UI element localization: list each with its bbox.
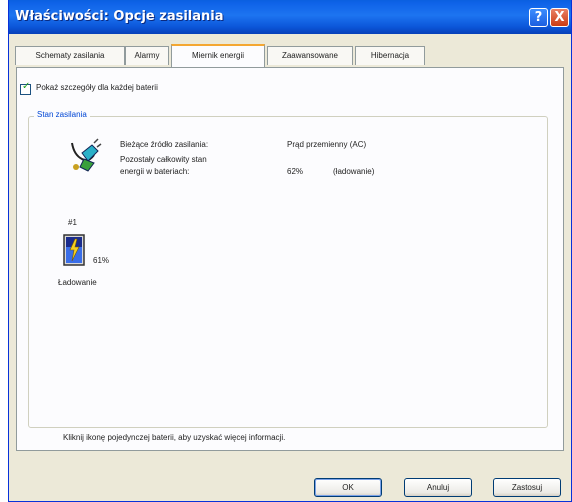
battery-1-button[interactable]: [62, 233, 86, 267]
footer-note: Kliknij ikonę pojedynczej baterii, aby u…: [63, 433, 286, 442]
battery-icon: [63, 234, 85, 266]
tab-label: Alarmy: [134, 51, 160, 60]
close-button[interactable]: X: [550, 8, 569, 27]
power-source-label: Bieżące źródło zasilania:: [120, 140, 209, 149]
checkmark-icon: ✓: [22, 81, 31, 92]
tab-power-schemes[interactable]: Schematy zasilania: [15, 46, 125, 65]
title-bar[interactable]: Właściwości: Opcje zasilania ? X: [9, 0, 571, 34]
apply-label: Zastosuj: [511, 483, 543, 492]
remaining-status: (ładowanie): [333, 167, 375, 176]
tab-alarms[interactable]: Alarmy: [125, 46, 169, 65]
tab-label: Zaawansowane: [281, 51, 339, 60]
cancel-label: Anuluj: [426, 483, 450, 492]
remaining-label-line2: energii w bateriach:: [120, 167, 190, 176]
tab-hibernate[interactable]: Hibernacja: [355, 46, 425, 65]
help-button[interactable]: ?: [529, 8, 548, 27]
battery-status: Ładowanie: [58, 278, 97, 287]
ac-power-icon: [71, 138, 102, 172]
remaining-label-line1: Pozostały całkowity stan: [120, 155, 207, 164]
tab-label: Hibernacja: [370, 51, 410, 60]
tab-power-meter[interactable]: Miernik energii: [171, 44, 265, 67]
close-icon: X: [554, 10, 565, 25]
show-details-label[interactable]: Pokaż szczegóły dla każdej baterii: [36, 83, 158, 92]
remaining-percent: 62%: [287, 167, 304, 176]
battery-number: #1: [68, 218, 77, 227]
power-source-value: Prąd przemienny (AC): [287, 140, 367, 149]
help-icon: ?: [534, 10, 543, 25]
tab-label: Miernik energii: [191, 51, 245, 60]
ok-label: OK: [342, 483, 354, 492]
tab-label: Schematy zasilania: [35, 51, 105, 60]
battery-percent: 61%: [93, 256, 110, 265]
window-title: Właściwości: Opcje zasilania: [15, 9, 224, 24]
apply-button[interactable]: Zastosuj: [493, 478, 561, 497]
power-status-group: [28, 116, 548, 428]
cancel-button[interactable]: Anuluj: [404, 478, 472, 497]
ok-button[interactable]: OK: [314, 478, 382, 497]
tab-advanced[interactable]: Zaawansowane: [267, 46, 353, 65]
show-details-checkbox[interactable]: ✓: [20, 81, 31, 95]
group-title: Stan zasilania: [34, 110, 90, 119]
